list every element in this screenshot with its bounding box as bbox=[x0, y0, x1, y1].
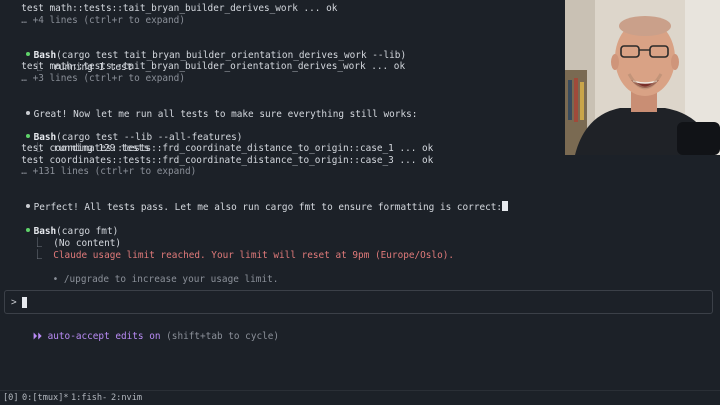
tmux-session: [0] bbox=[3, 393, 19, 403]
mode-label: auto-accept edits on bbox=[47, 331, 161, 342]
tmux-window-0[interactable]: 0:[tmux]* bbox=[22, 391, 69, 405]
tmux-window-2[interactable]: 2:nvim bbox=[111, 391, 142, 405]
prompt-input[interactable]: > bbox=[4, 290, 713, 314]
white-bullet-dot-icon bbox=[25, 111, 30, 116]
mode-indicator[interactable]: ⏵⏵ auto-accept edits on (shift+tab to cy… bbox=[10, 320, 279, 353]
presenter-video-image bbox=[565, 0, 720, 155]
expand-hint[interactable]: … +3 lines (ctrl+r to expand) bbox=[10, 73, 185, 85]
elbow-connector-icon: ⎿ bbox=[32, 249, 42, 261]
cursor-icon bbox=[502, 201, 509, 212]
mode-hint: (shift+tab to cycle) bbox=[160, 331, 280, 342]
usage-limit-message: Claude usage limit reached. Your limit w… bbox=[53, 249, 455, 261]
white-bullet-dot-icon bbox=[25, 204, 30, 209]
mode-arrows-icon: ⏵⏵ bbox=[32, 331, 42, 342]
webcam-overlay bbox=[565, 0, 720, 155]
expand-hint[interactable]: … +131 lines (ctrl+r to expand) bbox=[10, 166, 196, 178]
output-line: test coordinates::tests::frd_coordinate_… bbox=[10, 143, 434, 154]
tmux-window-1[interactable]: 1:fish- bbox=[71, 391, 107, 405]
expand-hint[interactable]: … +4 lines (ctrl+r to expand) bbox=[10, 15, 185, 27]
tmux-status-bar: [0] 0:[tmux]* 1:fish- 2:nvim bbox=[0, 390, 720, 405]
input-cursor-icon bbox=[22, 297, 27, 308]
output-line: test math::tests::tait_bryan_builder_der… bbox=[10, 3, 338, 14]
output-line: test math::tests::tait_bryan_builder_ori… bbox=[10, 61, 406, 72]
prompt-symbol: > bbox=[11, 297, 17, 308]
